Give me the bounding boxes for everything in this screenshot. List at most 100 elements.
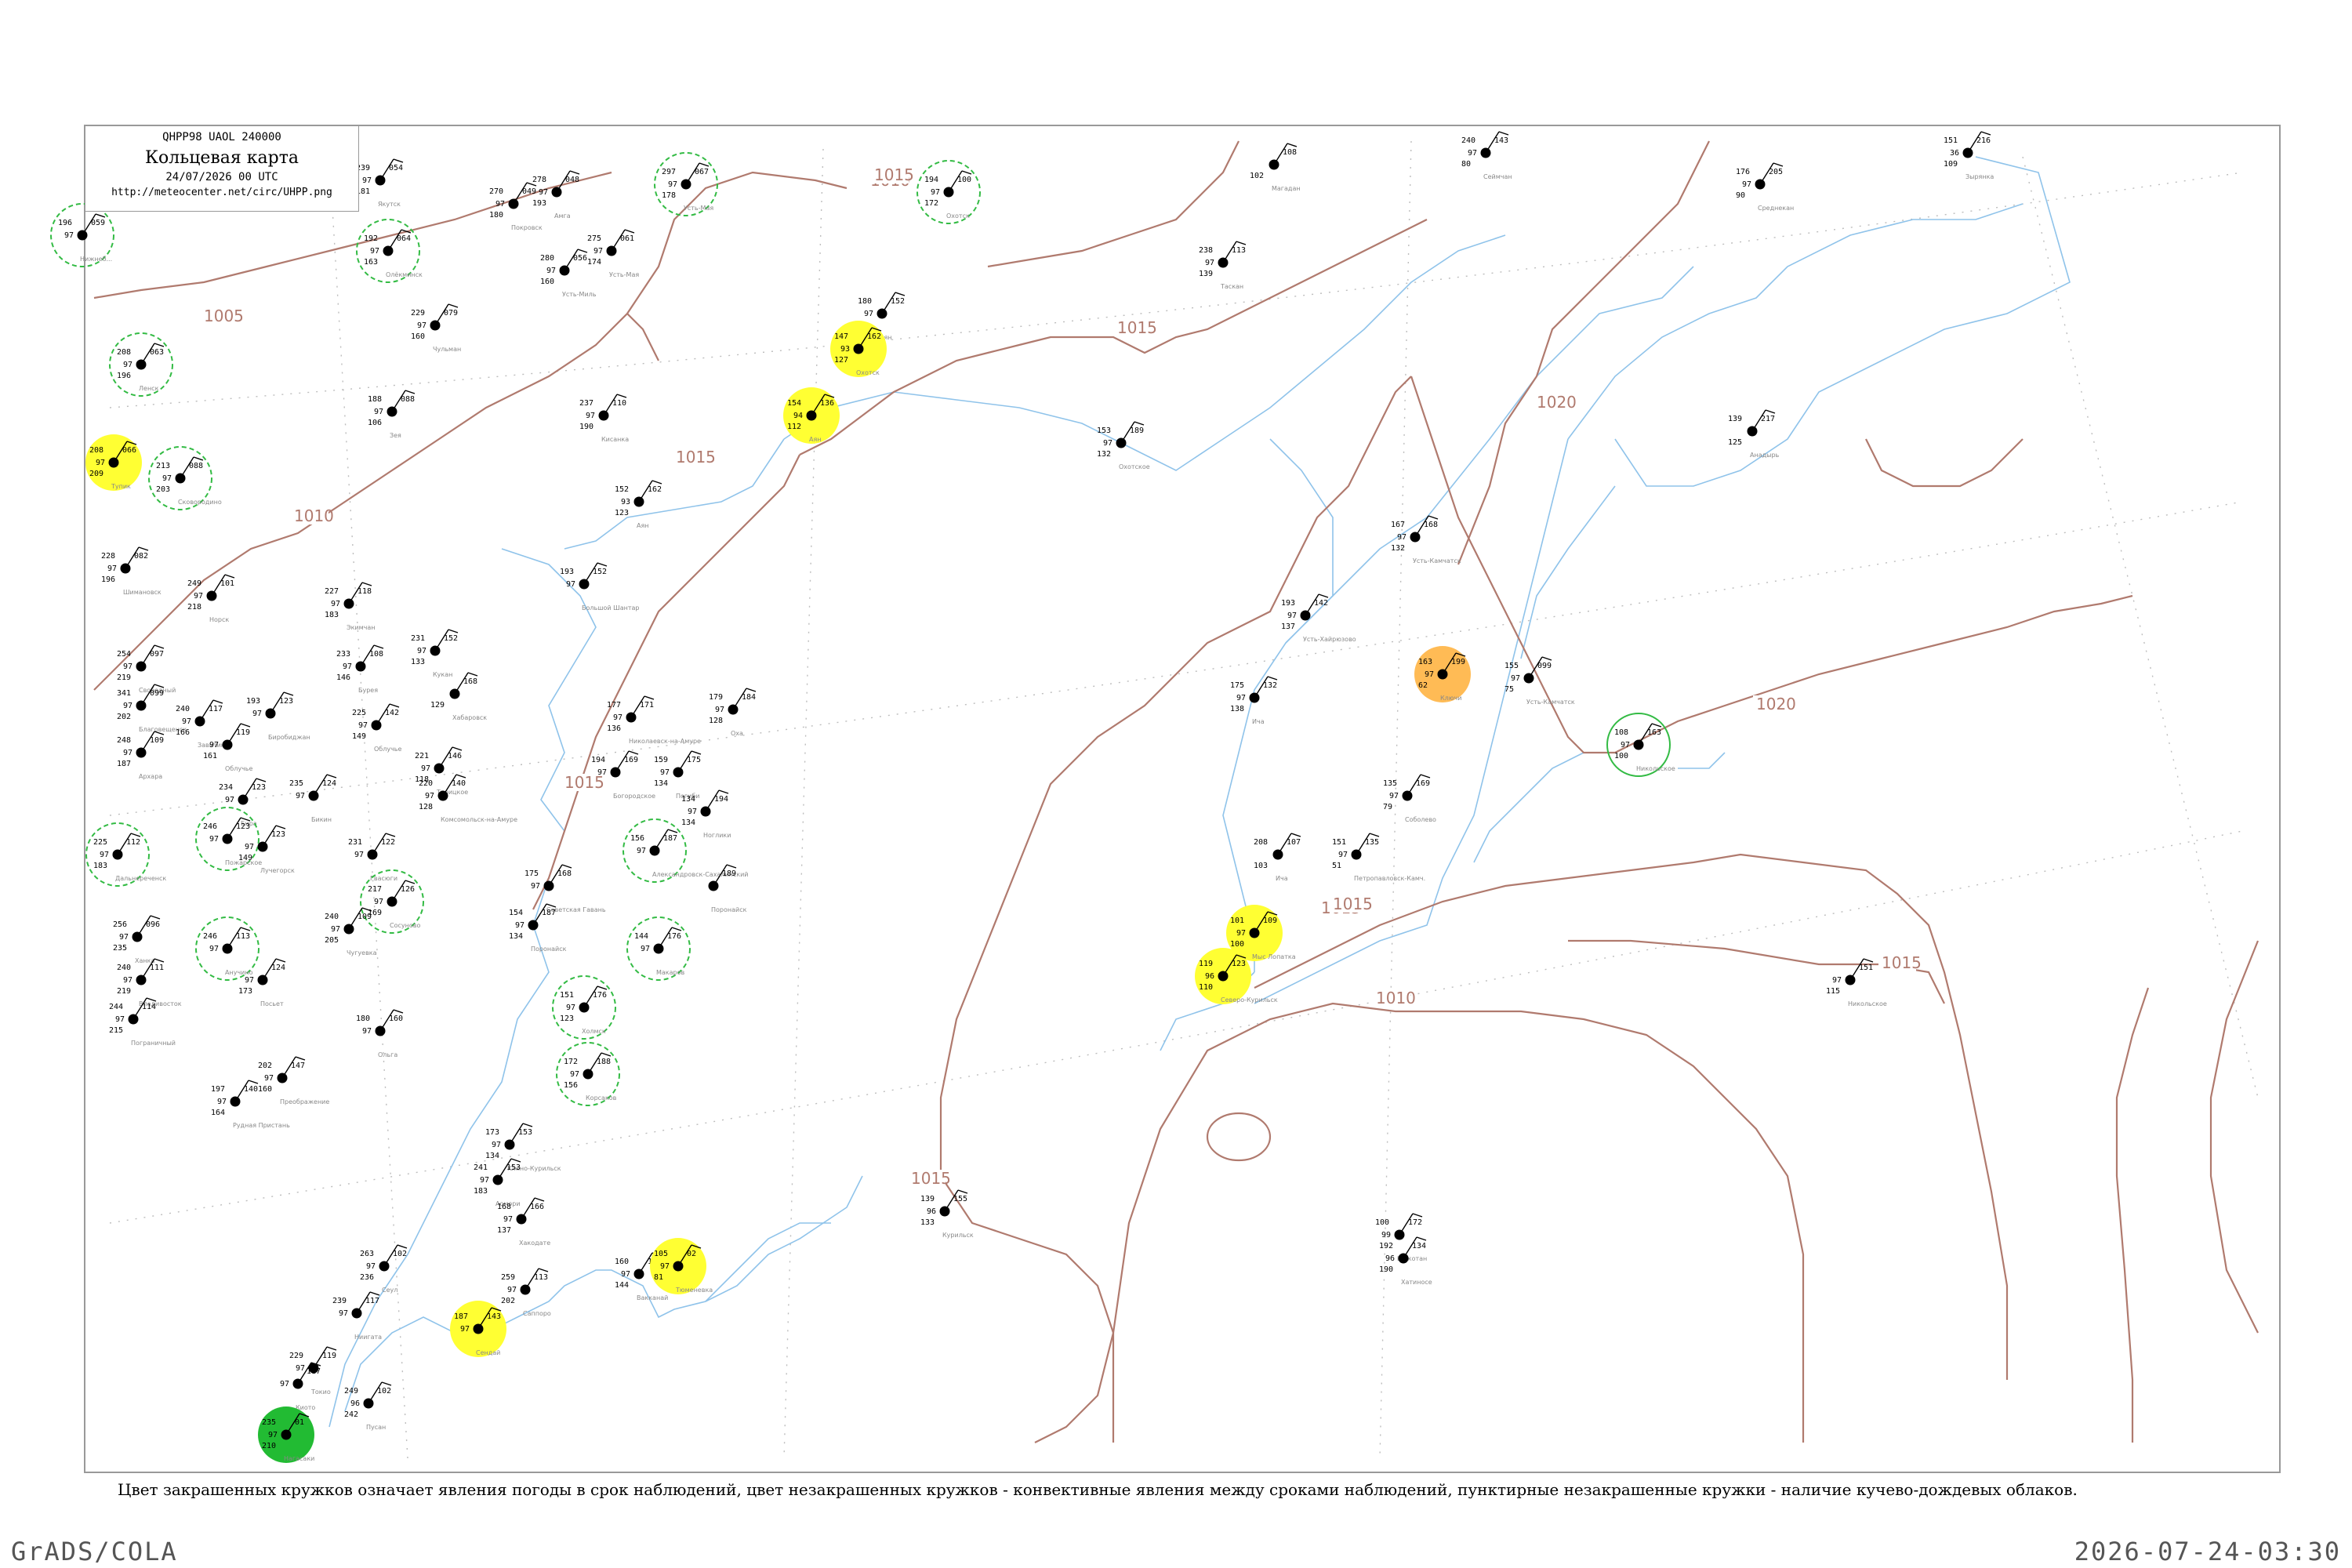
station-plot[interactable]: 280 97 160 056 Усть-Миль [540,249,597,298]
station-plot[interactable]: 233 97 146 108 Бурея [336,644,384,694]
station-plot[interactable]: 220 97 128 140 Комсомольск-на-Амуре [419,774,517,823]
station-plot[interactable]: 225 97 183 112 Дальнереченск [85,822,166,887]
station-plot[interactable]: 187 97 143 Сендай [450,1301,506,1357]
station-plot[interactable]: 22197118146Троицкое [415,746,468,796]
station-plot[interactable]: 180 97 160 Ольга [356,1009,404,1058]
station-plot[interactable]: 25497219097Свободный [117,644,176,694]
station-plot[interactable]: 259 97 202 113 Саппоро [501,1268,551,1317]
station-plot[interactable]: 168 97 137 166 Хакодате [497,1197,550,1247]
station-plot[interactable]: 192 97 163 064 Олёкминск [356,219,423,283]
station-plot[interactable]: 202 97 160 147 Преображение [258,1056,329,1105]
station-plot[interactable]: 240 97 205 109 Чугуевка [325,907,377,956]
station-plot[interactable]: 177 97 136 171 Николаевск-на-Амуре [607,695,701,745]
station-name: Пограничный [131,1040,176,1047]
station-humidity: 97 [209,741,219,750]
station-name: Сосуново [390,922,420,929]
station-pressure: 061 [620,234,634,243]
wind-barb-feather [1863,958,1874,963]
station-plot[interactable]: 172 97 156 188 Корсаков [556,1042,620,1106]
station-plot[interactable]: 129 168 Хабаровск [430,672,487,721]
station-plot[interactable]: 231 97 133 152 Кукан [411,629,459,678]
station-plot[interactable]: 213 97 203 088 Сковородино [148,446,222,510]
station-plot[interactable]: 193 97 152 Большой Шантар [560,562,640,612]
station-plot[interactable]: 151 36 109 216 Зырянка [1944,131,1994,180]
station-plot[interactable]: 151 97 123 176 Холмск [552,975,616,1040]
station-plot[interactable]: 229 97 160 079 Чульман [411,303,461,353]
station-pressure: 101 [220,579,234,588]
station-plot[interactable]: 179 97 128 184 Оха [709,688,757,737]
station-plot[interactable]: 24197183153Аомори [474,1158,521,1207]
station-plot[interactable]: 105 97 81 02 Тюменевка [650,1238,713,1294]
station-plot[interactable]: 151 97 51 135 Петропавловск-Камч. [1332,833,1425,882]
station-plot[interactable]: 23497123Бира [219,778,267,827]
station-plot[interactable]: 102 108 Магадан [1250,143,1301,192]
station-plot[interactable]: 188 97 106 088 Зея [368,390,416,439]
station-name: Рудная Пристань [233,1122,290,1129]
ring-map: 1005 1010 1010 1015 1015 1015 1015 1015 1015 101 5… [50,125,2281,1473]
station-plot[interactable]: 97 149 123 Лучегорск [238,825,295,874]
station-plot[interactable]: 97 173 124 Посьет [238,958,286,1007]
station-plot[interactable]: 135 97 79 169 Соболево [1383,774,1436,823]
station-plot[interactable]: 15997134175Погиби [654,750,702,800]
station-plot[interactable]: 17597168Советская Гавань [524,864,606,913]
station-plot[interactable]: 238 97 139 113 Таскан [1199,241,1247,290]
station-plot[interactable]: 239 97 117 Ниигата [332,1291,382,1341]
station-dewpoint: 134 [654,779,668,788]
station-plot[interactable]: 246 97 113 Анучино [195,916,260,981]
station-plot[interactable]: 144 97 176 Макаров [626,916,691,981]
station-plot[interactable]: 278 97 193 048 Амга [532,170,580,220]
station-temperature: 147 [834,332,848,341]
station-plot[interactable]: 228 97 196 082 Шимановск [101,546,162,596]
station-name: Пусан [366,1424,386,1431]
station-plot[interactable]: 249 97 218 101 Норск [187,574,235,623]
station-name: Сендай [476,1349,500,1356]
station-plot[interactable]: 248 97 187 109 Архара [117,731,165,780]
station-plot[interactable]: 225 97 149 142 Облучье [352,703,402,753]
station-plot[interactable]: 194 97 169 Богородское [591,750,655,800]
station-name: Усть-Хайрюзово [1303,636,1356,643]
station-plot[interactable]: 175 97 138 132 Ича [1230,676,1278,725]
station-plot[interactable]: 249 96 242 102 Пусан [344,1381,392,1431]
station-humidity: 99 [1381,1231,1391,1240]
station-plot[interactable]: 193 97 123 Биробиджан [246,691,310,741]
station-plot[interactable]: 194 97 172 100 Охотск [916,160,981,224]
station-plot[interactable]: 17397134153Южно-Курильск [485,1123,561,1172]
station-plot[interactable]: 297 97 178 067 Усть-Мая [654,152,718,216]
station-plot[interactable]: 176 97 90 205 Среднекан [1736,162,1794,212]
station-plot[interactable]: 235 97 210 01 Нагасаки [258,1406,314,1463]
station-temperature: 187 [454,1312,468,1321]
station-plot[interactable]: 167 97 132 168 Усть-Камчатск [1391,515,1461,564]
station-plot[interactable]: 97 161 119 Облучье [203,723,253,772]
station-plot[interactable]: 134 97 134 194 Ноглики [681,789,731,839]
wind-barb-feather [275,825,286,829]
station-humidity: 97 [123,702,132,710]
station-plot[interactable]: 208 97 196 063 Ленск [109,332,173,397]
isobar-label: 1015 [676,448,716,466]
station-plot[interactable]: 227 97 183 118 Экимчан [325,582,376,631]
station-plot[interactable]: 25697235096Ханка [113,915,161,964]
wind-barb-feather [624,229,635,234]
station-plot[interactable]: 24097219111Владивосток [117,958,182,1007]
station-pressure: 108 [1283,148,1297,157]
station-plot[interactable]: 23197122Гвасюги [348,833,397,882]
station-plot[interactable]: 275 97 174 061 Усть-Мая [587,229,639,278]
station-name: Магадан [1272,185,1301,192]
station-plot[interactable]: 97 115 151 Никольское [1826,958,1887,1007]
station-plot[interactable]: 108 97 100 163 Никольское [1606,713,1675,777]
station-plot[interactable]: 208 103 107 Ича [1254,833,1301,882]
station-plot[interactable]: 208 97 209 066 Тупик [85,434,142,491]
source-url[interactable]: http://meteocenter.net/circ/UHPP.png [85,187,358,198]
station-plot[interactable]: 237 97 190 110 Кисанка [579,394,629,443]
station-plot[interactable]: 240 97 80 143 Сеймчан [1461,131,1512,180]
station-plot[interactable]: 147 93 127 162 Охотск [830,321,887,377]
station-plot[interactable]: 139 125 217 Анадырь [1728,409,1780,459]
station-plot[interactable]: 23997181054Якутск [356,158,404,208]
station-plot[interactable]: 163 97 62 199 Ключи [1414,646,1471,702]
station-pressure: 122 [381,838,395,847]
station-plot[interactable]: 235 97 124 Бикин [289,774,337,823]
station-plot[interactable]: 196 97 059 Нижнеб... [50,203,114,267]
station-plot[interactable]: 197 97 164 140 Рудная Пристань [211,1080,290,1129]
station-plot[interactable]: 154 94 112 136 Аян [783,387,840,444]
station-plot[interactable]: 263 97 236 102 Сеул [360,1244,408,1294]
station-plot[interactable]: 153 97 132 189 Охотское [1097,421,1150,470]
